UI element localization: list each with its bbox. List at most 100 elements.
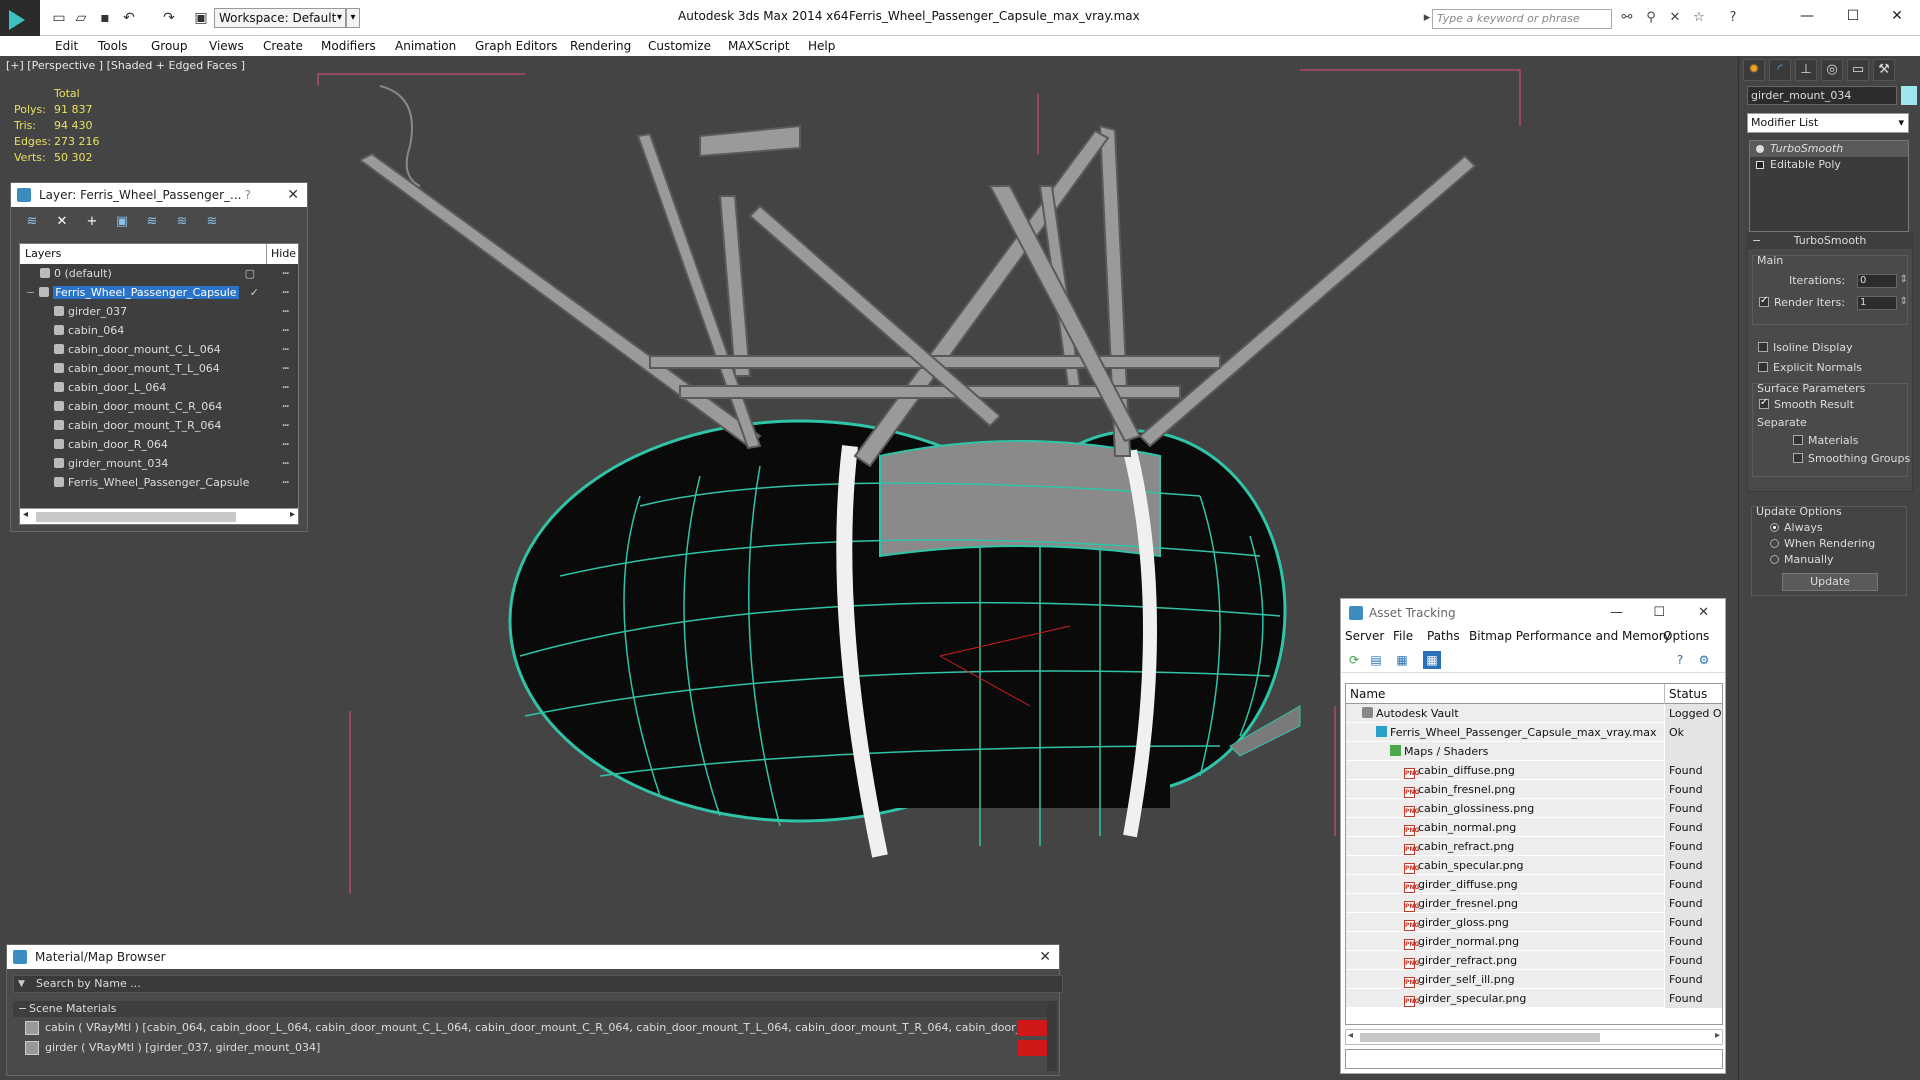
search-input[interactable]: Type a keyword or phrase — [1432, 9, 1612, 29]
object-options-icon[interactable]: ┅ — [282, 321, 290, 340]
asset-settings-icon[interactable]: ⚙ — [1695, 651, 1713, 669]
smoothing-groups-checkbox[interactable] — [1793, 453, 1803, 463]
object-color-swatch[interactable] — [1901, 86, 1917, 105]
minimize-button[interactable]: — — [1784, 4, 1830, 28]
asset-menu-server[interactable]: Server — [1345, 629, 1384, 643]
scroll-thumb[interactable] — [36, 512, 236, 522]
layer-panel-close-icon[interactable]: ✕ — [287, 183, 299, 207]
asset-row[interactable]: PNGcabin_specular.png Found — [1346, 856, 1722, 875]
smoothing-groups-option[interactable]: Smoothing Groups — [1793, 452, 1910, 465]
render-iters-option[interactable]: Render Iters: — [1759, 295, 1845, 309]
hide-all-icon[interactable]: ≋ — [173, 214, 191, 230]
turbosmooth-rollout-title[interactable]: − TurboSmooth — [1748, 233, 1912, 249]
object-row[interactable]: cabin_door_mount_C_L_064 ┅ — [20, 340, 298, 359]
new-file-icon[interactable]: ▭ — [50, 9, 68, 27]
object-row[interactable]: girder_037 ┅ — [20, 302, 298, 321]
object-name-field[interactable]: girder_mount_034 — [1747, 86, 1897, 105]
isoline-option[interactable]: Isoline Display — [1758, 341, 1853, 354]
thumbnail-view-icon[interactable]: ▦ — [1393, 651, 1411, 669]
menu-graph-editors[interactable]: Graph Editors — [475, 39, 557, 53]
object-row[interactable]: cabin_door_R_064 ┅ — [20, 435, 298, 454]
asset-menu-paths[interactable]: Paths — [1427, 629, 1460, 643]
workspace-select[interactable]: Workspace: Default — [214, 8, 346, 28]
stack-item-editable-poly[interactable]: Editable Poly — [1750, 157, 1908, 173]
asset-row[interactable]: PNGgirder_fresnel.png Found — [1346, 894, 1722, 913]
list-view-icon[interactable]: ▤ — [1367, 651, 1385, 669]
maximize-button[interactable]: ☐ — [1830, 4, 1876, 28]
asset-row[interactable]: PNGcabin_glossiness.png Found — [1346, 799, 1722, 818]
layer-row-selected[interactable]: − Ferris_Wheel_Passenger_Capsule ✓ ┅ — [20, 283, 298, 302]
delete-layer-icon[interactable]: ✕ — [53, 214, 71, 230]
open-file-icon[interactable]: ▱ — [72, 9, 90, 27]
material-row[interactable]: girder ( VRayMtl ) [girder_037, girder_m… — [21, 1039, 1051, 1057]
asset-row[interactable]: PNGcabin_refract.png Found — [1346, 837, 1722, 856]
asset-row[interactable]: PNGgirder_refract.png Found — [1346, 951, 1722, 970]
explicit-normals-option[interactable]: Explicit Normals — [1758, 361, 1862, 374]
menu-maxscript[interactable]: MAXScript — [728, 39, 790, 53]
material-search-input[interactable]: Search by Name ... — [13, 975, 1063, 993]
menu-help[interactable]: Help — [808, 39, 835, 53]
menu-customize[interactable]: Customize — [648, 39, 711, 53]
menu-animation[interactable]: Animation — [395, 39, 456, 53]
asset-row[interactable]: PNGcabin_normal.png Found — [1346, 818, 1722, 837]
col-name[interactable]: Name — [1350, 684, 1385, 704]
asset-tracking-titlebar[interactable]: Asset Tracking — ☐ ✕ — [1341, 599, 1725, 627]
object-options-icon[interactable]: ┅ — [282, 302, 290, 321]
when-rendering-option[interactable]: When Rendering — [1770, 537, 1875, 550]
freeze-all-icon[interactable]: ≋ — [203, 214, 221, 230]
workspace-dropdown-button[interactable]: ▾ — [346, 8, 360, 28]
subscription-icon[interactable]: ⚲ — [1642, 9, 1660, 27]
layer-help-button[interactable]: ? — [245, 183, 251, 207]
select-objects-icon[interactable]: ▣ — [113, 214, 131, 230]
material-browser-close-icon[interactable]: ✕ — [1039, 945, 1051, 969]
menu-views[interactable]: Views — [209, 39, 244, 53]
favorites-star-icon[interactable]: ☆ — [1690, 9, 1708, 27]
manually-radio[interactable] — [1770, 555, 1779, 564]
object-options-icon[interactable]: ┅ — [282, 416, 290, 435]
close-window-button[interactable]: ✕ — [1874, 4, 1920, 28]
object-options-icon[interactable]: ┅ — [282, 378, 290, 397]
menu-edit[interactable]: Edit — [55, 39, 78, 53]
save-icon[interactable]: ▪ — [96, 9, 114, 27]
menu-rendering[interactable]: Rendering — [570, 39, 631, 53]
object-row[interactable]: cabin_door_mount_T_L_064 ┅ — [20, 359, 298, 378]
binoculars-icon[interactable]: ⚯ — [1618, 9, 1636, 27]
asset-menu-options[interactable]: Options — [1663, 629, 1709, 643]
scroll-right-icon[interactable]: ▸ — [1715, 1030, 1720, 1041]
modify-tab-icon[interactable]: ◜ — [1769, 59, 1791, 81]
communication-icon[interactable]: ✕ — [1666, 9, 1684, 27]
motion-tab-icon[interactable]: ◎ — [1821, 59, 1843, 81]
always-option[interactable]: Always — [1770, 521, 1823, 534]
refresh-icon[interactable]: ⟳ — [1345, 651, 1363, 669]
asset-row[interactable]: PNGcabin_fresnel.png Found — [1346, 780, 1722, 799]
stack-item-turbosmooth[interactable]: TurboSmooth — [1750, 141, 1908, 157]
materials-checkbox[interactable] — [1793, 435, 1803, 445]
render-iters-spinner[interactable]: 1 — [1857, 296, 1908, 310]
col-layers[interactable]: Layers — [25, 247, 61, 260]
hide-checkbox-icon[interactable]: ▢ — [245, 264, 256, 283]
redo-icon[interactable]: ↷ — [160, 9, 178, 27]
object-row[interactable]: Ferris_Wheel_Passenger_Capsule ┅ — [20, 473, 298, 492]
app-logo-icon[interactable] — [0, 0, 40, 40]
asset-row[interactable]: Maps / Shaders — [1346, 742, 1722, 761]
object-options-icon[interactable]: ┅ — [282, 359, 290, 378]
hierarchy-tab-icon[interactable]: ⊥ — [1795, 59, 1817, 81]
asset-row[interactable]: PNGgirder_gloss.png Found — [1346, 913, 1722, 932]
smooth-result-checkbox[interactable] — [1759, 397, 1769, 409]
menu-create[interactable]: Create — [263, 39, 303, 53]
always-radio[interactable] — [1770, 523, 1779, 532]
col-status[interactable]: Status — [1664, 684, 1722, 704]
asset-maximize-button[interactable]: ☐ — [1653, 599, 1665, 627]
scroll-right-icon[interactable]: ▸ — [290, 509, 295, 520]
material-row[interactable]: cabin ( VRayMtl ) [cabin_064, cabin_door… — [21, 1019, 1051, 1037]
menu-group[interactable]: Group — [151, 39, 188, 53]
asset-row[interactable]: PNGgirder_self_ill.png Found — [1346, 970, 1722, 989]
scroll-thumb[interactable] — [1360, 1033, 1600, 1042]
asset-row[interactable]: Autodesk Vault Logged O — [1346, 704, 1722, 723]
current-layer-check-icon[interactable]: ✓ — [250, 283, 260, 302]
update-button[interactable]: Update — [1782, 573, 1878, 591]
object-options-icon[interactable]: ┅ — [282, 435, 290, 454]
layer-panel-titlebar[interactable]: Layer: Ferris_Wheel_Passenger_... ? ✕ — [11, 183, 307, 207]
render-iters-checkbox[interactable] — [1759, 295, 1769, 307]
collapse-icon[interactable]: − — [26, 286, 35, 299]
